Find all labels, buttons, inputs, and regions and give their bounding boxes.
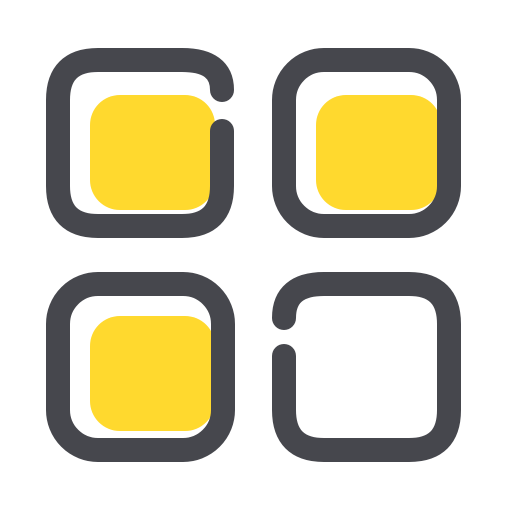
tile-bottom-right <box>272 272 461 462</box>
app-grid-icon <box>46 48 461 462</box>
tile-top-right-fill <box>316 95 441 210</box>
tile-bottom-right-outline <box>272 272 461 462</box>
tile-top-left-fill <box>90 95 215 210</box>
tile-top-right <box>272 48 461 238</box>
tile-bottom-left <box>46 272 235 462</box>
icon-canvas <box>0 0 512 512</box>
tile-bottom-left-fill <box>90 316 215 431</box>
tile-top-left <box>46 48 234 238</box>
